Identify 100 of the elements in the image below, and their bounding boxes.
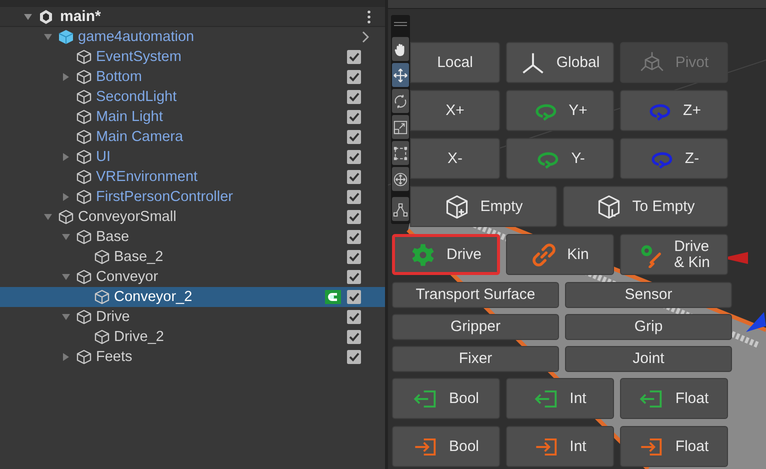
item-name: Main Camera bbox=[96, 129, 184, 145]
tool-toggle[interactable] bbox=[392, 37, 409, 61]
cube-icon bbox=[76, 89, 92, 105]
hierarchy-item[interactable]: Bottom bbox=[0, 67, 385, 87]
cube-icon bbox=[58, 209, 74, 225]
hierarchy-item[interactable]: VREnvironment bbox=[0, 167, 385, 187]
visibility-checkbox[interactable] bbox=[347, 150, 361, 164]
hierarchy-item[interactable]: Drive bbox=[0, 307, 385, 327]
cube-plus-icon bbox=[444, 194, 470, 220]
cube-icon bbox=[94, 289, 110, 305]
visibility-checkbox[interactable] bbox=[347, 290, 361, 304]
hierarchy-item[interactable]: UI bbox=[0, 147, 385, 167]
hierarchy-item[interactable]: Base_2 bbox=[0, 247, 385, 267]
expand-arrow-icon[interactable] bbox=[44, 213, 52, 221]
tool-button[interactable]: Y- bbox=[506, 138, 614, 179]
tool-button[interactable]: Bool bbox=[392, 378, 500, 419]
tool-button[interactable]: Drive & Kin bbox=[620, 234, 728, 275]
more-options-icon[interactable] bbox=[367, 10, 371, 24]
cube-icon bbox=[76, 49, 92, 65]
scene-logo-icon bbox=[38, 8, 54, 24]
item-name: UI bbox=[96, 149, 110, 165]
item-name: game4automation bbox=[78, 29, 194, 45]
tool-button[interactable]: Kin bbox=[506, 234, 614, 275]
tool-button[interactable]: Grip bbox=[565, 314, 732, 340]
gear-icon bbox=[410, 242, 436, 268]
expand-arrow-icon[interactable] bbox=[62, 353, 70, 361]
cube-icon bbox=[76, 269, 92, 285]
visibility-checkbox[interactable] bbox=[347, 90, 361, 104]
chevron-right-icon[interactable] bbox=[361, 31, 369, 43]
expand-arrow-icon[interactable] bbox=[62, 273, 70, 281]
expand-arrow-icon[interactable] bbox=[24, 12, 32, 20]
cube-icon bbox=[76, 149, 92, 165]
tool-toggle[interactable] bbox=[392, 63, 409, 87]
visibility-checkbox[interactable] bbox=[347, 270, 361, 284]
tool-button[interactable]: X- bbox=[410, 138, 500, 179]
tool-button[interactable]: Z+ bbox=[620, 90, 728, 131]
scene-name: main* bbox=[60, 8, 101, 25]
tool-button[interactable]: Sensor bbox=[565, 282, 732, 308]
visibility-checkbox[interactable] bbox=[347, 330, 361, 344]
expand-arrow-icon[interactable] bbox=[62, 193, 70, 201]
tool-button[interactable]: X+ bbox=[410, 90, 500, 131]
tool-button[interactable]: Drive bbox=[392, 234, 500, 275]
tool-button[interactable]: Float bbox=[620, 426, 728, 467]
item-name: Bottom bbox=[96, 69, 142, 85]
tool-toggle[interactable] bbox=[392, 197, 409, 221]
visibility-checkbox[interactable] bbox=[347, 110, 361, 124]
hierarchy-item[interactable]: Drive_2 bbox=[0, 327, 385, 347]
visibility-checkbox[interactable] bbox=[347, 350, 361, 364]
expand-arrow-icon[interactable] bbox=[62, 313, 70, 321]
item-name: Base bbox=[96, 229, 130, 245]
visibility-checkbox[interactable] bbox=[347, 170, 361, 184]
visibility-checkbox[interactable] bbox=[347, 230, 361, 244]
tool-toggle[interactable] bbox=[392, 115, 409, 139]
transform-icon bbox=[393, 172, 408, 186]
visibility-checkbox[interactable] bbox=[347, 50, 361, 64]
tool-button[interactable]: Z- bbox=[620, 138, 728, 179]
tool-button[interactable]: Float bbox=[620, 378, 728, 419]
expand-arrow-icon[interactable] bbox=[62, 233, 70, 241]
tool-button[interactable]: Bool bbox=[392, 426, 500, 467]
tool-button[interactable]: Transport Surface bbox=[392, 282, 559, 308]
tool-button[interactable]: Int bbox=[506, 378, 614, 419]
tool-toggle[interactable] bbox=[392, 89, 409, 113]
hierarchy-item[interactable]: EventSystem bbox=[0, 47, 385, 67]
hierarchy-item[interactable]: FirstPersonController bbox=[0, 187, 385, 207]
hierarchy-item[interactable]: Conveyor bbox=[0, 267, 385, 287]
tool-toggle[interactable] bbox=[392, 141, 409, 165]
visibility-checkbox[interactable] bbox=[347, 70, 361, 84]
item-name: Drive bbox=[96, 309, 130, 325]
hierarchy-item[interactable]: game4automation bbox=[0, 27, 385, 47]
hierarchy-item[interactable]: Conveyor_2 bbox=[0, 287, 385, 307]
z-axis-cone-drawing bbox=[744, 310, 766, 334]
expand-arrow-icon[interactable] bbox=[62, 153, 70, 161]
tool-button[interactable]: Gripper bbox=[392, 314, 559, 340]
hierarchy-item[interactable]: Main Camera bbox=[0, 127, 385, 147]
rotate-icon bbox=[393, 94, 408, 108]
expand-arrow-icon[interactable] bbox=[44, 33, 52, 41]
visibility-checkbox[interactable] bbox=[347, 130, 361, 144]
tool-button[interactable]: Int bbox=[506, 426, 614, 467]
hierarchy-item[interactable]: SecondLight bbox=[0, 87, 385, 107]
cube-icon bbox=[76, 189, 92, 205]
tool-button[interactable]: Empty bbox=[410, 186, 557, 227]
hierarchy-item[interactable]: ConveyorSmall bbox=[0, 207, 385, 227]
scene-header[interactable]: main* bbox=[0, 7, 385, 27]
hierarchy-item[interactable]: Main Light bbox=[0, 107, 385, 127]
visibility-checkbox[interactable] bbox=[347, 250, 361, 264]
hierarchy-item[interactable]: Feets bbox=[0, 347, 385, 367]
visibility-checkbox[interactable] bbox=[347, 190, 361, 204]
expand-arrow-icon[interactable] bbox=[62, 73, 70, 81]
tool-button[interactable]: Global bbox=[506, 42, 614, 83]
tool-button[interactable]: Y+ bbox=[506, 90, 614, 131]
hierarchy-item[interactable]: Base bbox=[0, 227, 385, 247]
tool-button[interactable]: To Empty bbox=[563, 186, 728, 227]
visibility-checkbox[interactable] bbox=[347, 210, 361, 224]
tool-button[interactable]: Local bbox=[410, 42, 500, 83]
tool-button[interactable]: Fixer bbox=[392, 346, 559, 372]
tool-toggle[interactable] bbox=[392, 167, 409, 191]
visibility-checkbox[interactable] bbox=[347, 310, 361, 324]
cube-icon bbox=[94, 329, 110, 345]
item-name: SecondLight bbox=[96, 89, 177, 105]
tool-button[interactable]: Joint bbox=[565, 346, 732, 372]
